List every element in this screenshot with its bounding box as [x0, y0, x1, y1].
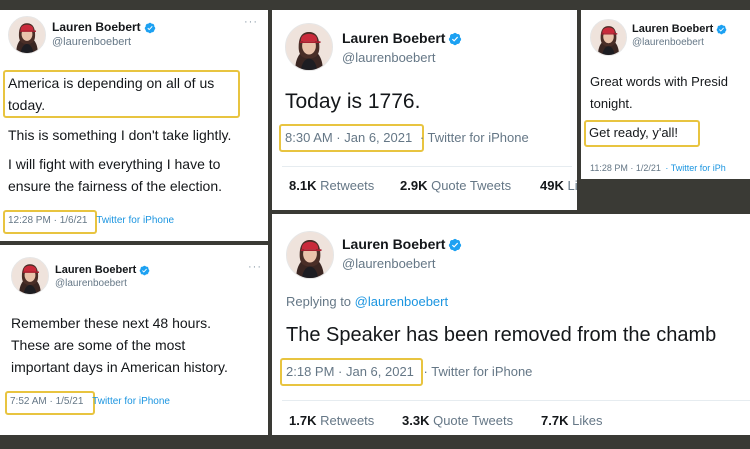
- tweet-meta: 11:28 PM · 1/2/21 · Twitter for iPh: [590, 163, 726, 173]
- retweets-count: 8.1K: [289, 178, 317, 193]
- tweet-source[interactable]: · Twitter for iPh: [665, 163, 725, 173]
- tweet-source[interactable]: · Twitter for iPhone: [420, 130, 529, 145]
- profile-photo: [286, 24, 332, 70]
- likes-stat[interactable]: 49K Likes: [540, 178, 577, 193]
- tweet-timestamp[interactable]: 2:18 PM · Jan 6, 2021: [286, 364, 414, 379]
- avatar[interactable]: [285, 23, 333, 71]
- retweets-stat[interactable]: 8.1K Retweets: [289, 178, 374, 193]
- tweet-timestamp[interactable]: 12:28 PM · 1/6/21: [8, 215, 88, 226]
- author-name-text: Lauren Boebert: [632, 23, 714, 35]
- verified-badge-icon: [716, 24, 727, 35]
- author-name[interactable]: Lauren Boebert: [55, 264, 150, 276]
- avatar[interactable]: [286, 231, 334, 279]
- tweet-text-line: today.: [8, 97, 46, 113]
- author-handle[interactable]: @laurenboebert: [55, 278, 127, 289]
- author-name-text: Lauren Boebert: [52, 20, 141, 34]
- tweet-text-line: important days in American history.: [11, 359, 228, 375]
- tweet-meta: 8:30 AM · Jan 6, 2021 · Twitter for iPho…: [285, 130, 529, 145]
- tweet-meta: 7:52 AM · 1/5/21 Twitter for iPhone: [10, 396, 170, 407]
- tweet-meta: 2:18 PM · Jan 6, 2021 · Twitter for iPho…: [286, 364, 532, 379]
- tweet-text-line: These are some of the most: [11, 337, 186, 353]
- author-name[interactable]: Lauren Boebert: [52, 20, 156, 34]
- reply-handle-link[interactable]: @laurenboebert: [355, 294, 448, 309]
- author-handle[interactable]: @laurenboebert: [52, 36, 131, 48]
- reply-context: Replying to @laurenboebert: [286, 294, 448, 309]
- more-options-icon[interactable]: ···: [248, 261, 262, 273]
- retweets-count: 1.7K: [289, 413, 317, 428]
- retweets-stat[interactable]: 1.7K Retweets: [289, 413, 374, 428]
- author-handle[interactable]: @laurenboebert: [632, 37, 704, 48]
- tweet-text-line: Remember these next 48 hours.: [11, 315, 211, 331]
- profile-photo: [591, 20, 626, 55]
- quote-tweets-label: Quote Tweets: [431, 178, 512, 193]
- author-name[interactable]: Lauren Boebert: [342, 30, 462, 46]
- more-options-icon[interactable]: ···: [244, 16, 258, 28]
- tweet-source[interactable]: Twitter for iPhone: [92, 396, 170, 407]
- author-name[interactable]: Lauren Boebert: [632, 23, 727, 35]
- tweet-card-3: Lauren Boebert @laurenboebert Great word…: [581, 10, 750, 179]
- tweet-source[interactable]: · Twitter for iPhone: [424, 364, 533, 379]
- author-handle[interactable]: @laurenboebert: [342, 256, 435, 271]
- avatar[interactable]: [8, 16, 46, 54]
- author-name-text: Lauren Boebert: [55, 264, 137, 276]
- tweet-text-line: This is something I don't take lightly.: [8, 127, 232, 143]
- tweet-text-line: Get ready, y'all!: [589, 125, 678, 140]
- tweet-text-line: I will fight with everything I have to: [8, 156, 221, 172]
- likes-count: 49K: [540, 178, 564, 193]
- profile-photo: [287, 232, 333, 278]
- profile-photo: [12, 258, 48, 294]
- divider: [282, 400, 750, 401]
- tweet-text-line: tonight.: [590, 96, 633, 111]
- quote-tweets-count: 3.3K: [402, 413, 430, 428]
- tweet-text: The Speaker has been removed from the ch…: [286, 324, 717, 346]
- likes-stat[interactable]: 7.7K Likes: [541, 413, 602, 428]
- likes-label: Likes: [572, 413, 603, 428]
- avatar[interactable]: [11, 257, 49, 295]
- quote-tweets-count: 2.9K: [400, 178, 428, 193]
- quote-tweets-stat[interactable]: 3.3K Quote Tweets: [402, 413, 513, 428]
- avatar[interactable]: [590, 19, 627, 56]
- tweet-meta: 12:28 PM · 1/6/21 Twitter for iPhone: [8, 215, 174, 226]
- likes-count: 7.7K: [541, 413, 569, 428]
- reply-prefix: Replying to: [286, 294, 352, 309]
- tweet-timestamp[interactable]: 8:30 AM · Jan 6, 2021: [285, 130, 412, 145]
- author-name[interactable]: Lauren Boebert: [342, 236, 462, 252]
- quote-tweets-stat[interactable]: 2.9K Quote Tweets: [400, 178, 511, 193]
- verified-badge-icon: [144, 22, 156, 34]
- likes-label: Likes: [567, 178, 577, 193]
- verified-badge-icon: [448, 238, 462, 252]
- tweet-text-line: America is depending on all of us: [8, 75, 215, 91]
- verified-badge-icon: [448, 32, 462, 46]
- profile-photo: [9, 17, 45, 53]
- tweet-card-1: Lauren Boebert @laurenboebert ··· Americ…: [0, 10, 268, 241]
- retweets-label: Retweets: [320, 178, 375, 193]
- author-name-text: Lauren Boebert: [342, 30, 446, 46]
- quote-tweets-label: Quote Tweets: [433, 413, 514, 428]
- divider: [282, 166, 572, 167]
- tweet-text-line: Great words with Presid: [590, 74, 728, 89]
- tweet-text-line: ensure the fairness of the election.: [8, 178, 223, 194]
- author-name-text: Lauren Boebert: [342, 236, 446, 252]
- tweet-card-5: Lauren Boebert @laurenboebert Replying t…: [272, 214, 750, 435]
- tweet-source[interactable]: Twitter for iPhone: [96, 215, 174, 226]
- author-handle[interactable]: @laurenboebert: [342, 50, 435, 65]
- verified-badge-icon: [139, 265, 150, 276]
- tweet-card-4: Lauren Boebert @laurenboebert ··· Rememb…: [0, 245, 268, 435]
- tweet-timestamp[interactable]: 11:28 PM · 1/2/21: [590, 163, 661, 173]
- tweet-timestamp[interactable]: 7:52 AM · 1/5/21: [10, 396, 83, 407]
- tweet-text: Today is 1776.: [285, 90, 421, 113]
- retweets-label: Retweets: [320, 413, 375, 428]
- tweet-card-2: Lauren Boebert @laurenboebert Today is 1…: [272, 10, 577, 210]
